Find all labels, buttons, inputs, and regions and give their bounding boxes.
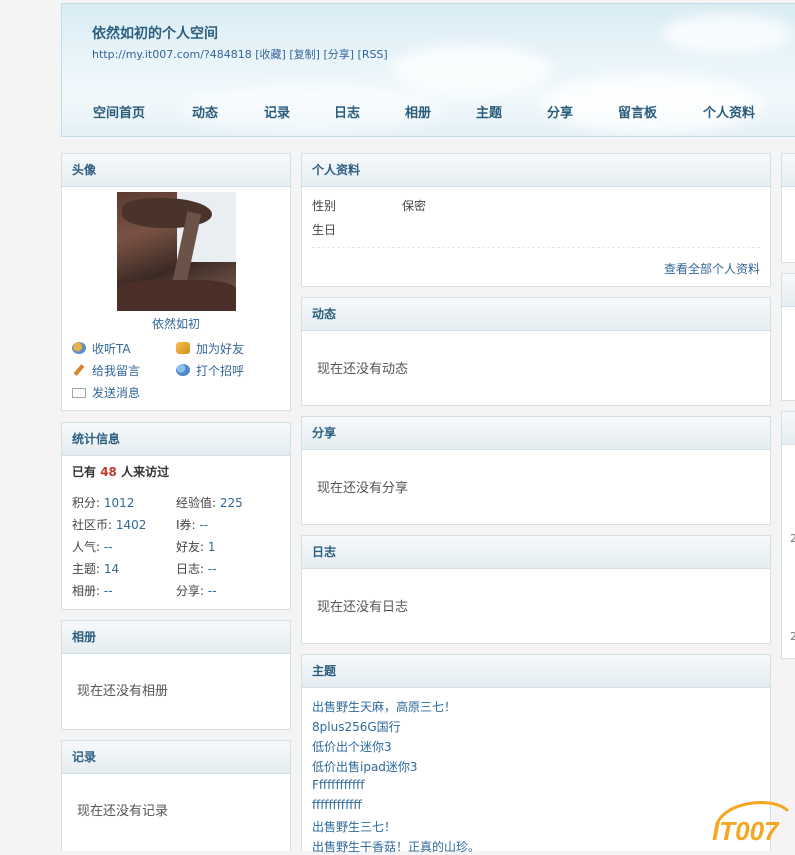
- right-partial-number-2: 2: [790, 630, 795, 643]
- nav-profile[interactable]: 个人资料: [703, 102, 755, 121]
- greet-button[interactable]: 打个招呼: [176, 362, 244, 379]
- birthday-label: 生日: [312, 223, 337, 237]
- avatar[interactable]: [117, 192, 236, 311]
- space-title[interactable]: 依然如初的个人空间: [92, 23, 218, 43]
- view-all-profile-link[interactable]: 查看全部个人资料: [664, 260, 760, 277]
- envelope-icon: [72, 388, 86, 398]
- blog-box: 日志 现在还没有日志: [301, 535, 771, 644]
- handshake-icon: [176, 342, 190, 354]
- it007-watermark-logo: IT007: [712, 801, 789, 846]
- stat-points: 积分: 1012: [72, 496, 135, 510]
- profile-box-title[interactable]: 个人资料: [302, 154, 770, 187]
- stat-albums: 相册: --: [72, 584, 113, 598]
- space-url[interactable]: http://my.it007.com/?484818: [92, 48, 252, 61]
- nav-feed[interactable]: 动态: [192, 102, 218, 121]
- stat-coins: 社区币: 1402: [72, 518, 147, 532]
- record-box: 记录 现在还没有记录: [61, 740, 291, 851]
- thread-box-title[interactable]: 主题: [302, 655, 770, 688]
- gender-value: 保密: [402, 199, 427, 213]
- thread-item[interactable]: 低价出个迷你3: [312, 738, 392, 755]
- feed-box: 动态 现在还没有动态: [301, 297, 771, 406]
- nav-home[interactable]: 空间首页: [93, 102, 145, 121]
- album-box: 相册 现在还没有相册: [61, 620, 291, 730]
- stat-threads[interactable]: 主题: 14: [72, 560, 119, 577]
- thread-item[interactable]: 出售野生干香菇！正真的山珍。: [312, 838, 480, 855]
- album-empty-text: 现在还没有相册: [77, 684, 169, 699]
- stat-blogs: 日志: --: [176, 562, 217, 576]
- nav-share[interactable]: 分享: [547, 102, 573, 121]
- thread-item[interactable]: 低价出售ipad迷你3: [312, 758, 418, 775]
- stat-shares: 分享: --: [176, 584, 217, 598]
- blog-empty-text: 现在还没有日志: [317, 600, 409, 615]
- favorite-link[interactable]: [收藏]: [255, 48, 286, 61]
- right-box-3: 2 2: [781, 411, 795, 659]
- leave-message-button[interactable]: 给我留言: [72, 362, 140, 379]
- right-box-1-header: [782, 154, 795, 187]
- feed-box-title[interactable]: 动态: [302, 298, 770, 331]
- stat-vouchers: I券: --: [176, 518, 209, 532]
- share-box-title[interactable]: 分享: [302, 417, 770, 450]
- stat-friends[interactable]: 好友: 1: [176, 538, 216, 555]
- copy-link[interactable]: [复制]: [289, 48, 320, 61]
- right-box-2: [781, 273, 795, 401]
- thread-item[interactable]: 出售野生天麻，高原三七！: [312, 698, 456, 715]
- record-box-title[interactable]: 记录: [62, 741, 290, 774]
- thread-item[interactable]: 出售野生三七！: [312, 818, 396, 835]
- rss-link[interactable]: [RSS]: [358, 48, 388, 61]
- nav-blog[interactable]: 日志: [334, 102, 360, 121]
- thread-box: 主题 出售野生天麻，高原三七！ 8plus256G国行 低价出个迷你3 低价出售…: [301, 654, 771, 854]
- avatar-box-title: 头像: [62, 154, 290, 187]
- thread-item[interactable]: ffffffffffff: [312, 798, 362, 812]
- avatar-box: 头像 依然如初 收听TA 加为好友 给我留言 打个招呼 发送消息: [61, 153, 291, 411]
- space-nav: 空间首页 动态 记录 日志 相册 主题 分享 留言板 个人资料: [62, 102, 795, 122]
- profile-box: 个人资料 性别 保密 生日 查看全部个人资料: [301, 153, 771, 287]
- follow-icon: [72, 342, 86, 354]
- stats-box: 统计信息 已有 48 人来访过 积分: 1012 经验值: 225 社区币: 1…: [61, 422, 291, 610]
- share-link[interactable]: [分享]: [323, 48, 354, 61]
- blog-box-title[interactable]: 日志: [302, 536, 770, 569]
- space-header: 依然如初的个人空间 http://my.it007.com/?484818 [收…: [61, 3, 795, 137]
- feed-empty-text: 现在还没有动态: [317, 362, 409, 377]
- gender-label: 性别: [312, 199, 337, 213]
- visit-count: 已有 48 人来访过: [72, 465, 170, 479]
- right-box-2-header: [782, 274, 795, 307]
- thread-item[interactable]: Ffffffffffff: [312, 778, 364, 792]
- pencil-icon: [73, 364, 85, 376]
- right-partial-number-1: 2: [790, 532, 795, 545]
- share-box: 分享 现在还没有分享: [301, 416, 771, 525]
- stat-experience: 经验值: 225: [176, 496, 243, 510]
- stats-box-title: 统计信息: [62, 423, 290, 456]
- nav-album[interactable]: 相册: [405, 102, 431, 121]
- right-box-1: [781, 153, 795, 263]
- album-box-title[interactable]: 相册: [62, 621, 290, 654]
- share-empty-text: 现在还没有分享: [317, 481, 409, 496]
- profile-divider: [312, 247, 760, 248]
- nav-threads[interactable]: 主题: [476, 102, 502, 121]
- record-empty-text: 现在还没有记录: [77, 804, 169, 819]
- watermark-text: IT007: [712, 816, 780, 846]
- right-box-3-header: [782, 412, 795, 445]
- nav-message-board[interactable]: 留言板: [618, 102, 657, 121]
- avatar-username[interactable]: 依然如初: [62, 315, 290, 332]
- thread-item[interactable]: 8plus256G国行: [312, 718, 401, 735]
- greet-icon: [176, 364, 190, 376]
- nav-records[interactable]: 记录: [264, 102, 290, 121]
- send-message-button[interactable]: 发送消息: [72, 384, 140, 401]
- space-url-line: http://my.it007.com/?484818 [收藏] [复制] [分…: [92, 46, 388, 62]
- stat-popularity: 人气: --: [72, 540, 113, 554]
- add-friend-button[interactable]: 加为好友: [176, 340, 244, 357]
- follow-button[interactable]: 收听TA: [72, 340, 131, 357]
